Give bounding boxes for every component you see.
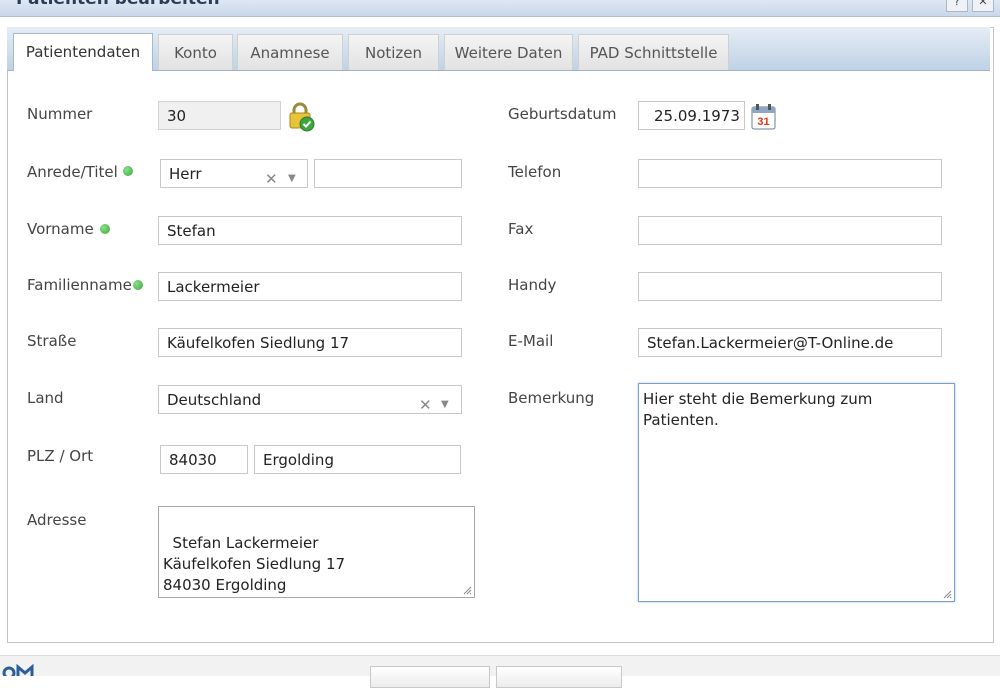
vorname-label: Vorname	[27, 220, 94, 238]
required-dot-icon	[133, 280, 143, 290]
familienname-label: Familienname	[27, 276, 132, 294]
titel-input[interactable]	[314, 159, 462, 188]
fax-input[interactable]	[638, 216, 942, 245]
chevron-down-icon[interactable]: ▼	[441, 391, 449, 413]
calendar-icon[interactable]: 31	[750, 103, 778, 131]
geburtsdatum-input[interactable]: 25.09.1973	[638, 101, 745, 130]
nummer-field: 30	[158, 101, 281, 130]
bemerkung-text: Hier steht die Bemerkung zum Patienten.	[643, 390, 873, 429]
handy-input[interactable]	[638, 272, 942, 301]
handy-label: Handy	[508, 276, 557, 294]
footer-button-primary[interactable]	[370, 666, 490, 688]
adresse-text: Stefan Lackermeier Käufelkofen Siedlung …	[163, 534, 346, 594]
adresse-textarea[interactable]: Stefan Lackermeier Käufelkofen Siedlung …	[158, 506, 475, 598]
tab-konto[interactable]: Konto	[158, 34, 233, 70]
fax-label: Fax	[508, 220, 534, 238]
tab-patientendaten[interactable]: Patientendaten	[13, 33, 153, 71]
resize-grip-icon[interactable]	[463, 586, 472, 595]
anrede-value: Herr	[169, 165, 202, 183]
bemerkung-textarea[interactable]: Hier steht die Bemerkung zum Patienten.	[638, 383, 955, 602]
email-label: E-Mail	[508, 332, 554, 350]
dialog-footer	[0, 655, 1000, 688]
tab-weitere-daten[interactable]: Weitere Daten	[444, 34, 573, 70]
close-button[interactable]: ✕	[972, 0, 994, 12]
familienname-input[interactable]: Lackermeier	[158, 272, 462, 301]
adresse-label: Adresse	[27, 511, 87, 529]
help-button[interactable]: ?	[946, 0, 968, 12]
tab-anamnese[interactable]: Anamnese	[237, 34, 343, 70]
anrede-select[interactable]: Herr ✕ ▼	[160, 159, 308, 188]
strasse-input[interactable]: Käufelkofen Siedlung 17	[158, 328, 462, 357]
window-title: Patienten bearbeiten	[16, 0, 220, 9]
plz-ort-label: PLZ / Ort	[27, 447, 94, 465]
clear-x-icon[interactable]: ✕	[419, 391, 432, 413]
tab-strip: Patientendaten Konto Anamnese Notizen We…	[7, 27, 990, 71]
required-dot-icon	[100, 224, 110, 234]
land-label: Land	[27, 389, 64, 407]
land-select[interactable]: Deutschland ✕ ▼	[158, 385, 462, 414]
calendar-day: 31	[757, 116, 769, 128]
app-logo	[2, 663, 34, 676]
vorname-input[interactable]: Stefan	[158, 216, 462, 245]
land-value: Deutschland	[167, 391, 262, 409]
tab-pad-schnittstelle[interactable]: PAD Schnittstelle	[578, 34, 729, 70]
email-input[interactable]: Stefan.Lackermeier@T-Online.de	[638, 328, 942, 357]
lock-check-icon[interactable]	[289, 102, 315, 132]
tab-notizen[interactable]: Notizen	[348, 34, 439, 70]
telefon-input[interactable]	[638, 159, 942, 188]
footer-button-secondary[interactable]	[496, 666, 622, 688]
bemerkung-label: Bemerkung	[508, 389, 595, 407]
resize-grip-icon[interactable]	[943, 590, 952, 599]
strasse-label: Straße	[27, 332, 77, 350]
chevron-down-icon[interactable]: ▼	[288, 165, 296, 187]
ort-input[interactable]: Ergolding	[254, 445, 461, 474]
clear-x-icon[interactable]: ✕	[265, 165, 278, 187]
telefon-label: Telefon	[508, 163, 562, 181]
plz-input[interactable]: 84030	[160, 445, 248, 474]
nummer-label: Nummer	[27, 105, 93, 123]
window-titlebar: Patienten bearbeiten ? ✕	[0, 0, 1000, 17]
anrede-label: Anrede/Titel	[27, 163, 118, 181]
geburtsdatum-label: Geburtsdatum	[508, 105, 617, 123]
required-dot-icon	[123, 166, 133, 176]
